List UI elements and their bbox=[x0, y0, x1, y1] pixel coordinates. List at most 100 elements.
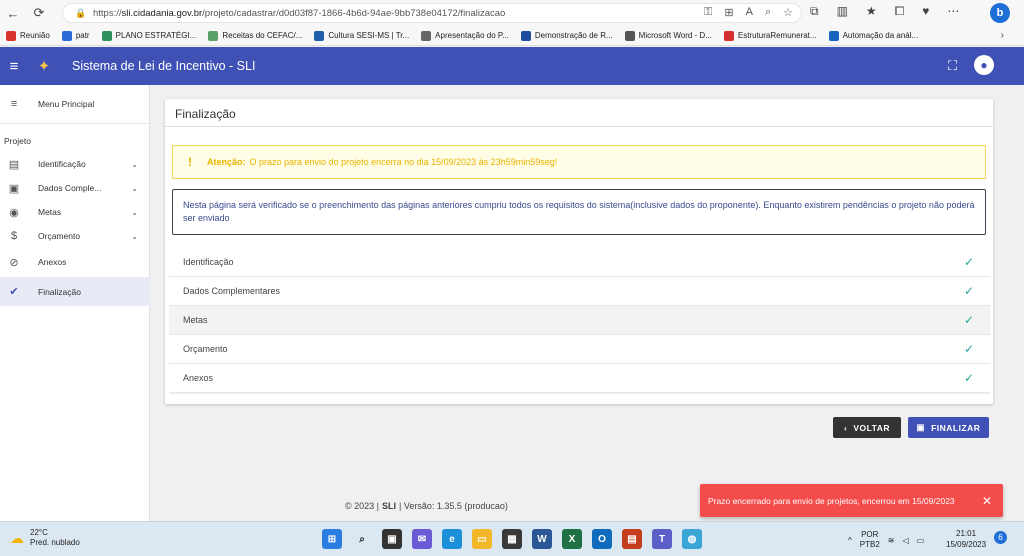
user-account-icon[interactable]: ● bbox=[974, 55, 994, 75]
checklist-row[interactable]: Metas ✓ bbox=[169, 306, 990, 335]
cloud-sun-icon: ☁ bbox=[10, 529, 24, 546]
bookmark-item[interactable]: EstruturaRemunerat... bbox=[723, 30, 817, 41]
menu-open-icon: ≡ bbox=[10, 98, 18, 110]
warning-text: O prazo para envio do projeto encerra no… bbox=[249, 157, 558, 167]
read-aloud-icon[interactable]: A bbox=[746, 6, 753, 19]
requirements-checklist: Identificação ✓ Dados Complementares ✓ M… bbox=[169, 248, 990, 394]
star-icon[interactable]: ☆ bbox=[783, 6, 793, 19]
bookmark-icon bbox=[61, 30, 72, 41]
weather-widget[interactable]: ☁ 22°C Pred. nublado bbox=[10, 528, 80, 548]
favorites-icon[interactable]: ★ bbox=[866, 4, 877, 19]
sidebar-item-finalizacao[interactable]: ✔ Finalização bbox=[0, 277, 150, 306]
reload-icon[interactable]: ⟳ bbox=[26, 0, 52, 26]
chat-icon[interactable]: ✉ bbox=[412, 529, 432, 549]
sidebar-item-orcamento[interactable]: $ Orçamento ⌄ bbox=[0, 223, 150, 249]
paperclip-icon: ⊘ bbox=[9, 256, 19, 269]
document-icon: ▤ bbox=[8, 158, 20, 171]
chevron-down-icon: ⌄ bbox=[131, 207, 138, 217]
battery-icon[interactable]: ▭ bbox=[917, 536, 925, 545]
file-explorer-icon[interactable]: ▭ bbox=[472, 529, 492, 549]
globe-icon[interactable]: ◍ bbox=[682, 529, 702, 549]
checklist-row[interactable]: Dados Complementares ✓ bbox=[169, 277, 990, 306]
bookmark-icon bbox=[723, 30, 734, 41]
bookmark-icon bbox=[208, 30, 219, 41]
task-view-icon[interactable]: ▣ bbox=[382, 529, 402, 549]
bookmark-icon bbox=[6, 30, 16, 41]
checkmark-icon: ✓ bbox=[963, 284, 974, 298]
language-indicator[interactable]: POR PTB2 bbox=[860, 530, 880, 550]
checklist-row[interactable]: Anexos ✓ bbox=[169, 364, 990, 393]
money-icon: $ bbox=[10, 230, 18, 242]
back-arrow-icon[interactable]: ← bbox=[0, 0, 26, 26]
zoom-icon[interactable]: ⌕ bbox=[765, 6, 771, 19]
search-icon[interactable]: ⌕ bbox=[352, 529, 372, 549]
app-icon[interactable]: ▤ bbox=[622, 529, 642, 549]
finalization-card: Finalização ! Atenção: O prazo para envi… bbox=[165, 99, 993, 404]
more-icon[interactable]: ⋯ bbox=[947, 4, 959, 19]
sidebar-item-anexos[interactable]: ⊘ Anexos bbox=[0, 249, 150, 275]
bookmark-item[interactable]: Automação da anál... bbox=[828, 30, 918, 41]
bookmark-item[interactable]: PLANO ESTRATÉGI... bbox=[101, 30, 196, 41]
bing-icon[interactable]: b bbox=[990, 3, 1010, 23]
extensions-icon[interactable]: ⧉ bbox=[810, 4, 819, 19]
back-button[interactable]: ‹ VOLTAR bbox=[833, 417, 901, 438]
app-header: ≡ ✦ Sistema de Lei de Incentivo - SLI ⛶ … bbox=[0, 47, 1024, 85]
notification-badge[interactable]: 6 bbox=[994, 531, 1007, 544]
bookmark-item[interactable]: patr bbox=[61, 30, 90, 41]
app-title: Sistema de Lei de Incentivo - SLI bbox=[72, 59, 256, 73]
bookmark-item[interactable]: Apresentação do P... bbox=[421, 30, 509, 41]
bookmark-item[interactable]: Demonstração de R... bbox=[520, 30, 613, 41]
edge-icon[interactable]: e bbox=[442, 529, 462, 549]
store-icon[interactable]: ▦ bbox=[502, 529, 522, 549]
divider bbox=[0, 123, 150, 124]
finish-button[interactable]: ▣ FINALIZAR bbox=[908, 417, 989, 438]
checklist-row[interactable]: Orçamento ✓ bbox=[169, 335, 990, 364]
split-screen-icon[interactable]: ▥ bbox=[837, 4, 848, 19]
error-toast: Prazo encerrado para envio de projetos, … bbox=[700, 484, 1003, 517]
main-content: Finalização ! Atenção: O prazo para envi… bbox=[150, 85, 1024, 521]
sidebar-section-label: Projeto bbox=[4, 136, 31, 146]
sidebar-item-dados-complementares[interactable]: ▣ Dados Comple... ⌄ bbox=[0, 175, 150, 201]
url-path: /projeto/cadastrar/d0d03f87-1866-4b6d-94… bbox=[202, 7, 506, 19]
close-icon[interactable]: ✕ bbox=[982, 494, 992, 508]
target-icon: ◉ bbox=[9, 206, 19, 219]
word-icon[interactable]: W bbox=[532, 529, 552, 549]
teams-icon[interactable]: T bbox=[652, 529, 672, 549]
bookmark-icon bbox=[520, 30, 531, 41]
bookmark-item[interactable]: Microsoft Word - D... bbox=[624, 30, 712, 41]
chevron-up-icon[interactable]: ^ bbox=[848, 536, 852, 545]
volume-icon[interactable]: ◁ bbox=[902, 536, 908, 545]
sidebar-item-metas[interactable]: ◉ Metas ⌄ bbox=[0, 199, 150, 225]
system-tray: ^ POR PTB2 ≋ ◁ ▭ bbox=[848, 530, 924, 550]
sidebar-item-menu-principal[interactable]: ≡ Menu Principal bbox=[0, 91, 150, 117]
outlook-icon[interactable]: O bbox=[592, 529, 612, 549]
checklist-row[interactable]: Identificação ✓ bbox=[169, 248, 990, 277]
address-bar[interactable]: 🔒 https://sli.cidadania.gov.br/projeto/c… bbox=[62, 3, 802, 23]
collections-icon[interactable]: ⧠ bbox=[895, 4, 905, 19]
grid-icon[interactable]: ⊞ bbox=[724, 6, 733, 19]
clock[interactable]: 21:01 15/09/2023 bbox=[946, 528, 986, 550]
fullscreen-icon[interactable]: ⛶ bbox=[948, 58, 957, 74]
bookmark-item[interactable]: Reunião bbox=[6, 30, 50, 41]
chevron-down-icon: ⌄ bbox=[131, 159, 138, 169]
performance-icon[interactable]: ♥ bbox=[922, 4, 929, 19]
taskbar: ☁ 22°C Pred. nublado ⊞ ⌕ ▣ ✉ e ▭ ▦ W X O… bbox=[0, 521, 1024, 556]
bookmark-icon bbox=[421, 30, 432, 41]
divider bbox=[165, 126, 993, 127]
hamburger-menu-icon[interactable]: ≡ bbox=[0, 58, 28, 75]
bookmark-item[interactable]: Receitas do CEFAC/... bbox=[208, 30, 302, 41]
windows-start-icon[interactable]: ⊞ bbox=[322, 529, 342, 549]
wifi-icon[interactable]: ≋ bbox=[888, 536, 895, 545]
info-box: Nesta página será verificado se o preenc… bbox=[172, 189, 986, 235]
warning-label: Atenção: bbox=[207, 157, 246, 167]
chevron-right-icon[interactable]: › bbox=[1001, 30, 1004, 41]
url-domain: sli.cidadania.gov.br bbox=[121, 7, 203, 19]
checkmark-icon: ✓ bbox=[963, 255, 974, 269]
bookmark-item[interactable]: Cultura SESI-MS | Tr... bbox=[314, 30, 409, 41]
sidebar-item-identificacao[interactable]: ▤ Identificação ⌄ bbox=[0, 151, 150, 177]
excel-icon[interactable]: X bbox=[562, 529, 582, 549]
check-icon: ✔ bbox=[9, 286, 19, 298]
key-icon[interactable]: ⚿ bbox=[704, 6, 712, 19]
bookmark-icon bbox=[101, 30, 112, 41]
bookmark-icon bbox=[314, 30, 325, 41]
